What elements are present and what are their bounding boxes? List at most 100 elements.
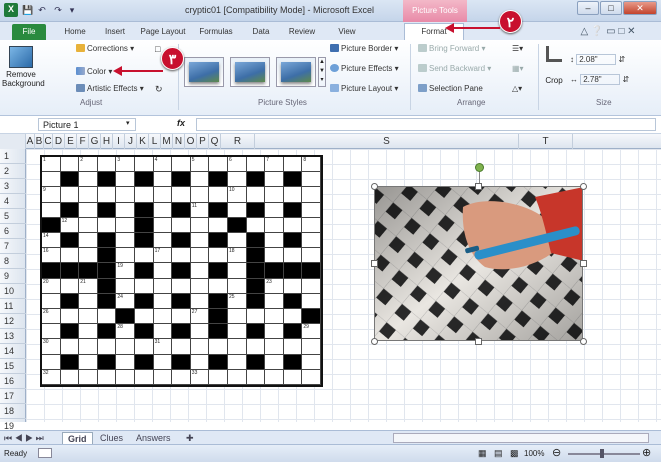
formula-input[interactable] [196, 118, 656, 131]
row-header-4[interactable]: 4 [0, 194, 26, 209]
row-header-2[interactable]: 2 [0, 164, 26, 179]
tab-formulas[interactable]: Formulas [194, 24, 238, 40]
close-button[interactable]: ✕ [623, 1, 657, 15]
zoom-slider[interactable] [568, 453, 640, 455]
column-header-f[interactable]: F [77, 134, 89, 149]
picture-border-button[interactable]: Picture Border ▾ [330, 44, 398, 53]
customize-toolbar-icon[interactable]: ▾ [66, 4, 78, 16]
shape-width-field[interactable]: ↔ 2.78" ⇵ [570, 74, 629, 85]
resize-handle-bottom-left[interactable] [371, 338, 378, 345]
name-box-dropdown-icon[interactable]: ▾ [126, 119, 130, 127]
save-icon[interactable]: 💾 [22, 4, 34, 16]
tab-home[interactable]: Home [60, 24, 90, 40]
column-header-k[interactable]: K [137, 134, 149, 149]
column-header-r[interactable]: R [221, 134, 255, 149]
crossword-photo[interactable] [374, 186, 583, 341]
row-header-15[interactable]: 15 [0, 359, 26, 374]
row-header-7[interactable]: 7 [0, 239, 26, 254]
column-header-t[interactable]: T [519, 134, 573, 149]
picture-style-1[interactable] [184, 57, 224, 87]
row-header-8[interactable]: 8 [0, 254, 26, 269]
tab-insert[interactable]: Insert [98, 24, 132, 40]
column-header-p[interactable]: P [197, 134, 209, 149]
excel-app-icon[interactable]: X [4, 3, 18, 17]
resize-handle-top-right[interactable] [580, 183, 587, 190]
styles-gallery-scroll[interactable]: ▲ ▼ ▾ [318, 57, 326, 87]
maximize-button[interactable]: □ [600, 1, 622, 15]
zoom-slider-thumb[interactable] [600, 449, 604, 458]
column-header-c[interactable]: C [44, 134, 53, 149]
column-header-s[interactable]: S [255, 134, 519, 149]
sheet-tab-clues[interactable]: Clues [100, 432, 123, 444]
insert-function-button[interactable]: fx [177, 118, 185, 128]
row-header-17[interactable]: 17 [0, 389, 26, 404]
rotate-handle[interactable] [475, 163, 484, 172]
macro-record-icon[interactable] [38, 448, 52, 458]
selection-pane-button[interactable]: Selection Pane [418, 84, 483, 93]
row-header-11[interactable]: 11 [0, 299, 26, 314]
remove-background-button[interactable]: Remove Background [2, 44, 45, 94]
horizontal-scrollbar[interactable] [393, 433, 649, 443]
column-header-j[interactable]: J [125, 134, 137, 149]
ribbon-help-icons[interactable]: △ ❔ ▭ □ ✕ [560, 24, 656, 40]
rotate-icon[interactable]: △▾ [512, 84, 522, 93]
row-header-3[interactable]: 3 [0, 179, 26, 194]
column-header-i[interactable]: I [113, 134, 125, 149]
resize-handle-bottom[interactable] [475, 338, 482, 345]
row-header-13[interactable]: 13 [0, 329, 26, 344]
align-icon[interactable]: ☰▾ [512, 44, 523, 53]
resize-handle-bottom-right[interactable] [580, 338, 587, 345]
corrections-button[interactable]: Corrections ▾ [76, 44, 134, 53]
row-header-5[interactable]: 5 [0, 209, 26, 224]
column-header-d[interactable]: D [53, 134, 65, 149]
column-header-e[interactable]: E [65, 134, 77, 149]
sheet-tab-answers[interactable]: Answers [136, 432, 171, 444]
resize-handle-top[interactable] [475, 183, 482, 190]
picture-layout-button[interactable]: Picture Layout ▾ [330, 84, 398, 93]
zoom-level[interactable]: 100% [524, 449, 544, 458]
view-page-layout-icon[interactable]: ▤ [494, 448, 503, 459]
row-header-16[interactable]: 16 [0, 374, 26, 389]
compress-pictures-icon[interactable]: □ [155, 44, 160, 54]
column-header-l[interactable]: L [149, 134, 161, 149]
tab-page-layout[interactable]: Page Layout [138, 24, 188, 40]
insert-sheet-icon[interactable]: ✚ [186, 432, 194, 444]
crop-button[interactable]: Crop [541, 44, 567, 85]
row-header-9[interactable]: 9 [0, 269, 26, 284]
row-header-14[interactable]: 14 [0, 344, 26, 359]
tab-format[interactable]: Format [404, 23, 464, 40]
column-header-b[interactable]: B [35, 134, 44, 149]
shape-height-field[interactable]: ↕ 2.08" ⇵ [570, 54, 625, 65]
column-header-m[interactable]: M [161, 134, 173, 149]
group-icon[interactable]: ▦▾ [512, 64, 524, 73]
row-header-6[interactable]: 6 [0, 224, 26, 239]
column-header-g[interactable]: G [89, 134, 101, 149]
picture-effects-button[interactable]: Picture Effects ▾ [330, 64, 399, 73]
resize-handle-left[interactable] [371, 260, 378, 267]
zoom-in-icon[interactable]: ⊕ [642, 446, 651, 459]
row-header-1[interactable]: 1 [0, 149, 26, 164]
column-header-h[interactable]: H [101, 134, 113, 149]
view-page-break-icon[interactable]: ▩ [510, 448, 519, 459]
reset-picture-icon[interactable]: ↻ [155, 84, 163, 95]
tab-view[interactable]: View [332, 24, 362, 40]
picture-style-3[interactable] [276, 57, 316, 87]
picture-style-2[interactable] [230, 57, 270, 87]
column-header-q[interactable]: Q [209, 134, 221, 149]
row-header-12[interactable]: 12 [0, 314, 26, 329]
send-backward-button[interactable]: Send Backward ▾ [418, 64, 491, 73]
column-header-o[interactable]: O [185, 134, 197, 149]
select-all-button[interactable] [0, 134, 26, 149]
tab-file[interactable]: File [12, 24, 46, 40]
column-header-a[interactable]: A [26, 134, 35, 149]
color-button[interactable]: Color ▾ [76, 67, 112, 76]
row-header-18[interactable]: 18 [0, 404, 26, 419]
tab-data[interactable]: Data [246, 24, 276, 40]
column-header-n[interactable]: N [173, 134, 185, 149]
zoom-out-icon[interactable]: ⊖ [552, 446, 561, 459]
tab-review[interactable]: Review [282, 24, 322, 40]
row-header-10[interactable]: 10 [0, 284, 26, 299]
resize-handle-top-left[interactable] [371, 183, 378, 190]
minimize-button[interactable]: – [577, 1, 599, 15]
artistic-effects-button[interactable]: Artistic Effects ▾ [76, 84, 144, 93]
